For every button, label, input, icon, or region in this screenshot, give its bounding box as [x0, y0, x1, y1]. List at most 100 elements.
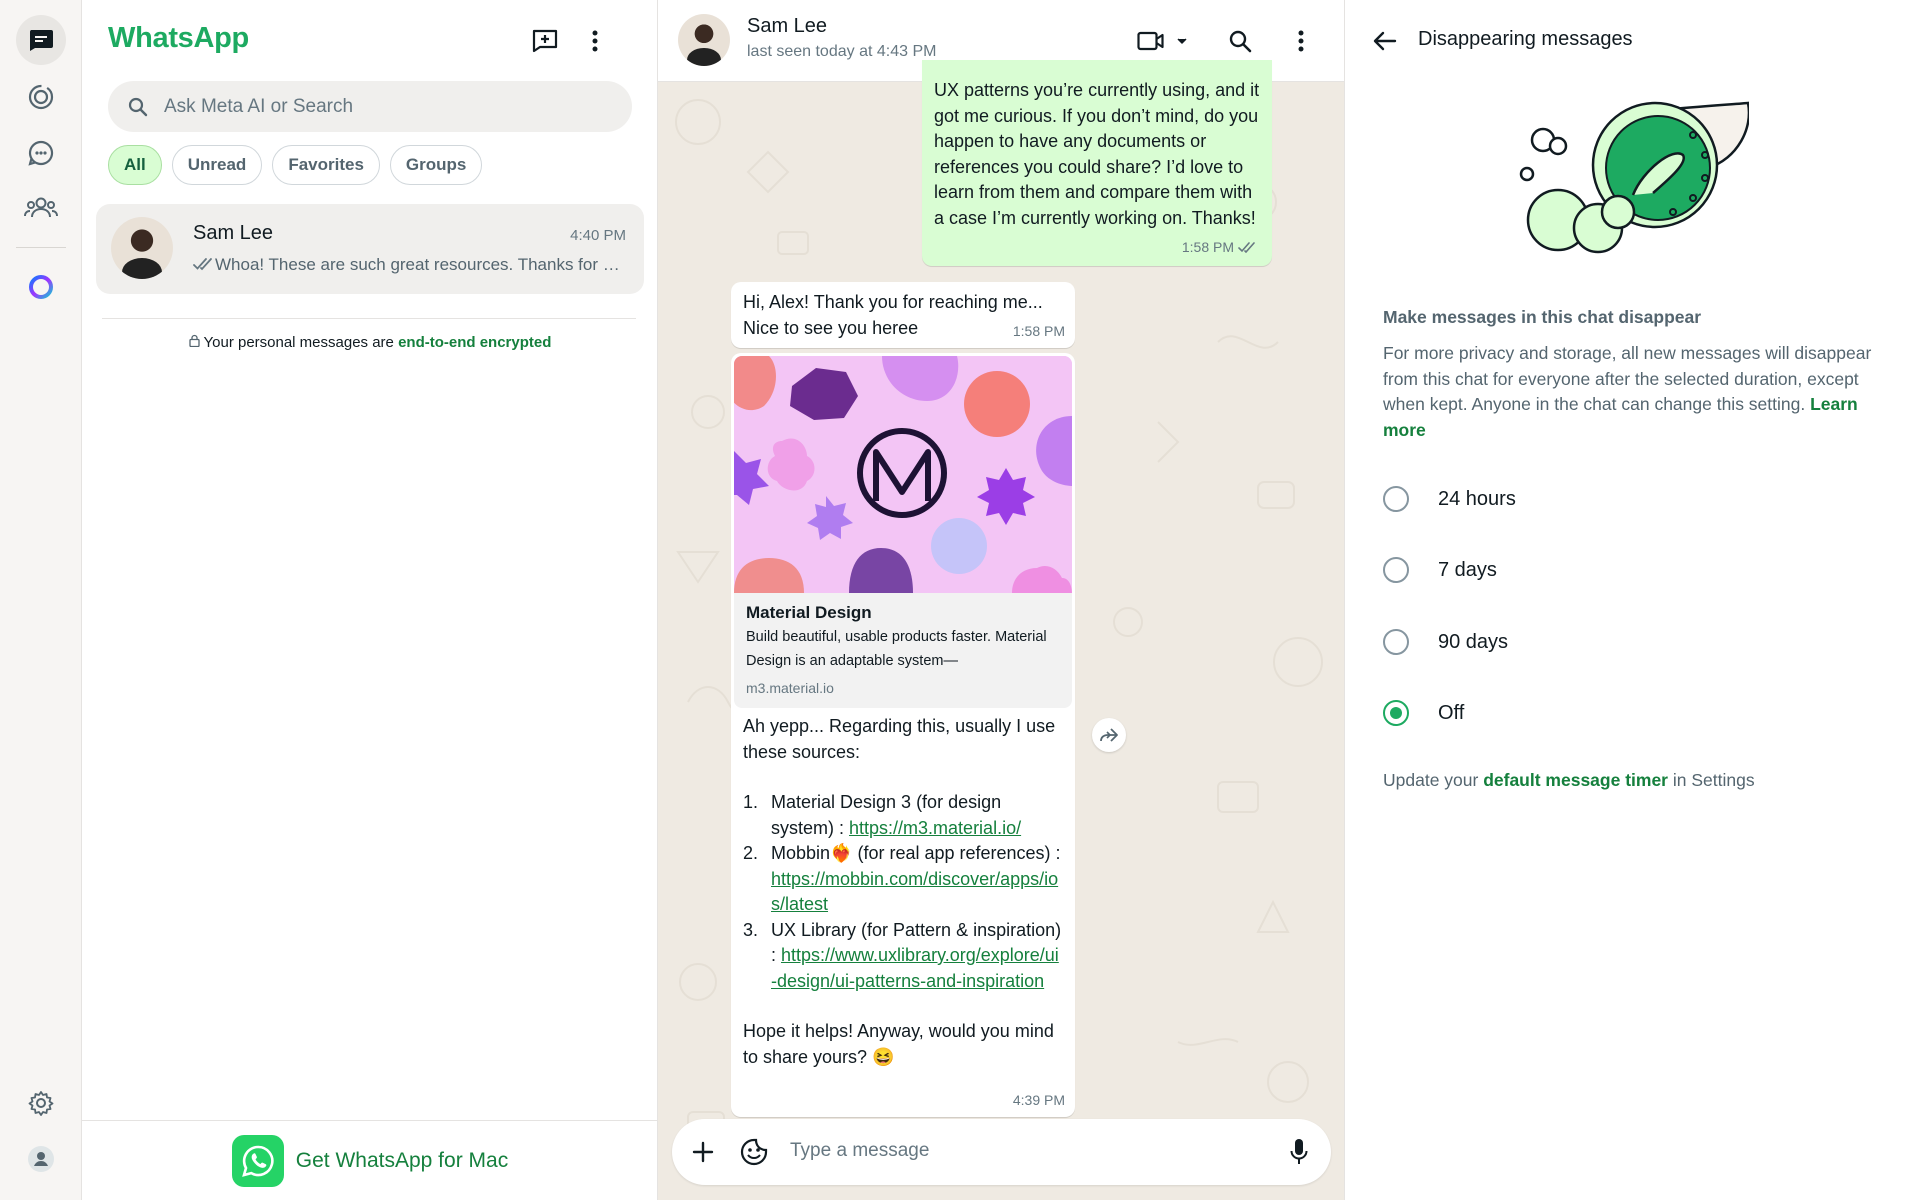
video-camera-icon	[1137, 31, 1164, 51]
search-icon	[128, 97, 148, 116]
search-icon	[1229, 30, 1252, 53]
list-divider	[102, 318, 636, 319]
contact-name[interactable]: Sam Lee	[747, 15, 827, 38]
message-text: Ah yepp... Regarding this, usually I use…	[734, 708, 1072, 1070]
nav-channels-button[interactable]	[16, 128, 66, 178]
search-placeholder: Ask Meta AI or Search	[164, 95, 354, 117]
radio-off[interactable]	[1383, 700, 1409, 726]
new-chat-button[interactable]	[527, 23, 563, 59]
nav-status-button[interactable]	[16, 72, 66, 122]
link-preview-card[interactable]: Material Design Build beautiful, usable …	[734, 356, 1072, 708]
encryption-text: Your personal messages are	[203, 334, 399, 351]
chat-preview-text: Whoa! These are such great resources. Th…	[215, 255, 623, 274]
list-item: 1. Material Design 3 (for design system) …	[743, 790, 1063, 841]
default-timer-note: Update your default message timer in Set…	[1383, 770, 1755, 791]
sticker-emoji-icon[interactable]	[740, 1138, 768, 1166]
nav-rail	[0, 0, 82, 1200]
outgoing-message[interactable]: UX patterns you’re currently using, and …	[922, 60, 1272, 266]
link-preview-domain: m3.material.io	[746, 680, 834, 696]
attach-plus-icon[interactable]	[692, 1141, 714, 1163]
option-label: Off	[1438, 701, 1465, 724]
message-time: 1:58 PM	[1012, 322, 1065, 339]
radio-7-days[interactable]	[1383, 557, 1409, 583]
get-whatsapp-mac-banner[interactable]: Get WhatsApp for Mac	[82, 1120, 658, 1200]
incoming-message[interactable]: Hi, Alex! Thank you for reaching me... N…	[731, 282, 1075, 348]
search-messages-button[interactable]	[1222, 23, 1258, 59]
filter-all[interactable]: All	[108, 145, 162, 185]
chevron-down-icon	[1177, 38, 1187, 44]
footer-prefix: Update your	[1383, 770, 1484, 790]
nav-settings-button[interactable]	[16, 1078, 66, 1128]
conversation-menu-button[interactable]	[1283, 23, 1319, 59]
filter-chips: All Unread Favorites Groups	[108, 145, 483, 185]
chat-preview: Whoa! These are such great resources. Th…	[193, 255, 623, 275]
contact-avatar	[111, 217, 173, 279]
message-time: 4:39 PM	[1012, 1091, 1065, 1108]
option-24-hours[interactable]: 24 hours	[1383, 479, 1803, 519]
contact-last-seen: last seen today at 4:43 PM	[747, 43, 937, 60]
link-preview-title: Material Design	[746, 603, 872, 622]
communities-icon	[24, 197, 58, 218]
filter-groups[interactable]: Groups	[389, 145, 483, 185]
filter-favorites[interactable]: Favorites	[272, 145, 380, 185]
microphone-icon[interactable]	[1290, 1138, 1308, 1166]
encryption-notice: Your personal messages are end-to-end en…	[82, 334, 658, 351]
panel-title: Disappearing messages	[1418, 28, 1633, 50]
video-call-button[interactable]	[1133, 23, 1193, 59]
nav-chats-button[interactable]	[16, 15, 66, 65]
incoming-message[interactable]: Material Design Build beautiful, usable …	[731, 353, 1075, 1117]
back-button[interactable]	[1367, 23, 1403, 59]
conversation-panel: Sam Lee last seen today at 4:43 PM UX pa…	[658, 0, 1345, 1200]
nav-separator	[16, 247, 66, 248]
arrow-left-icon	[1373, 31, 1397, 51]
status-icon	[28, 84, 54, 110]
message-time-text: 1:58 PM	[1181, 238, 1234, 255]
nav-meta-ai-button[interactable]	[16, 262, 66, 312]
profile-icon	[28, 1146, 54, 1172]
section-description: For more privacy and storage, all new me…	[1383, 341, 1888, 443]
message-time: 1:58 PM	[1182, 235, 1258, 261]
nav-profile-button[interactable]	[16, 1134, 66, 1184]
gear-icon	[28, 1091, 54, 1116]
more-vertical-icon	[592, 30, 598, 52]
meta-ai-icon	[29, 275, 53, 299]
list-item: 2. Mobbin❤️‍🔥 (for real app references) :…	[743, 841, 1063, 918]
filter-unread[interactable]: Unread	[171, 145, 263, 185]
option-label: 90 days	[1438, 630, 1509, 653]
chat-list-item[interactable]: Sam Lee 4:40 PM Whoa! These are such gre…	[96, 204, 644, 294]
material-link[interactable]: https://m3.material.io/	[849, 818, 1021, 838]
search-input[interactable]: Ask Meta AI or Search	[108, 81, 632, 132]
option-off[interactable]: Off	[1383, 693, 1803, 733]
disappearing-timer-illustration	[1519, 101, 1749, 254]
disappearing-messages-panel: Disappearing messages Make messages in t…	[1345, 0, 1920, 1200]
double-check-icon	[1238, 242, 1255, 254]
mobbin-link[interactable]: https://mobbin.com/discover/apps/ios/lat…	[771, 869, 1058, 915]
link-preview-description: Build beautiful, usable products faster.…	[746, 629, 1047, 669]
chat-name: Sam Lee	[193, 222, 274, 244]
radio-90-days[interactable]	[1383, 629, 1409, 655]
uxlibrary-link[interactable]: https://www.uxlibrary.org/explore/ui-des…	[771, 945, 1059, 991]
nav-communities-button[interactable]	[16, 183, 66, 233]
sources-list: 1. Material Design 3 (for design system) …	[743, 790, 1063, 994]
contact-avatar[interactable]	[678, 14, 730, 66]
option-label: 7 days	[1438, 558, 1497, 581]
option-7-days[interactable]: 7 days	[1383, 550, 1803, 590]
section-heading: Make messages in this chat disappear	[1383, 307, 1702, 327]
encryption-link[interactable]: end-to-end encrypted	[398, 334, 551, 351]
list-item-number: 2.	[743, 843, 759, 863]
forward-button[interactable]	[1092, 718, 1126, 752]
description-text: For more privacy and storage, all new me…	[1383, 343, 1872, 414]
radio-24-hours[interactable]	[1383, 486, 1409, 512]
message-composer[interactable]: Type a message	[672, 1119, 1331, 1185]
forward-icon	[1100, 728, 1118, 742]
double-check-icon	[193, 258, 212, 271]
chats-icon	[29, 30, 53, 51]
default-timer-link[interactable]: default message timer	[1483, 770, 1668, 790]
message-intro: Ah yepp... Regarding this, usually I use…	[743, 716, 1056, 762]
chat-time: 4:40 PM	[570, 227, 626, 244]
whatsapp-logo-icon	[231, 1134, 284, 1187]
chat-list-menu-button[interactable]	[577, 23, 613, 59]
channels-icon	[28, 140, 54, 166]
app-title: WhatsApp	[108, 22, 249, 54]
option-90-days[interactable]: 90 days	[1383, 622, 1803, 662]
